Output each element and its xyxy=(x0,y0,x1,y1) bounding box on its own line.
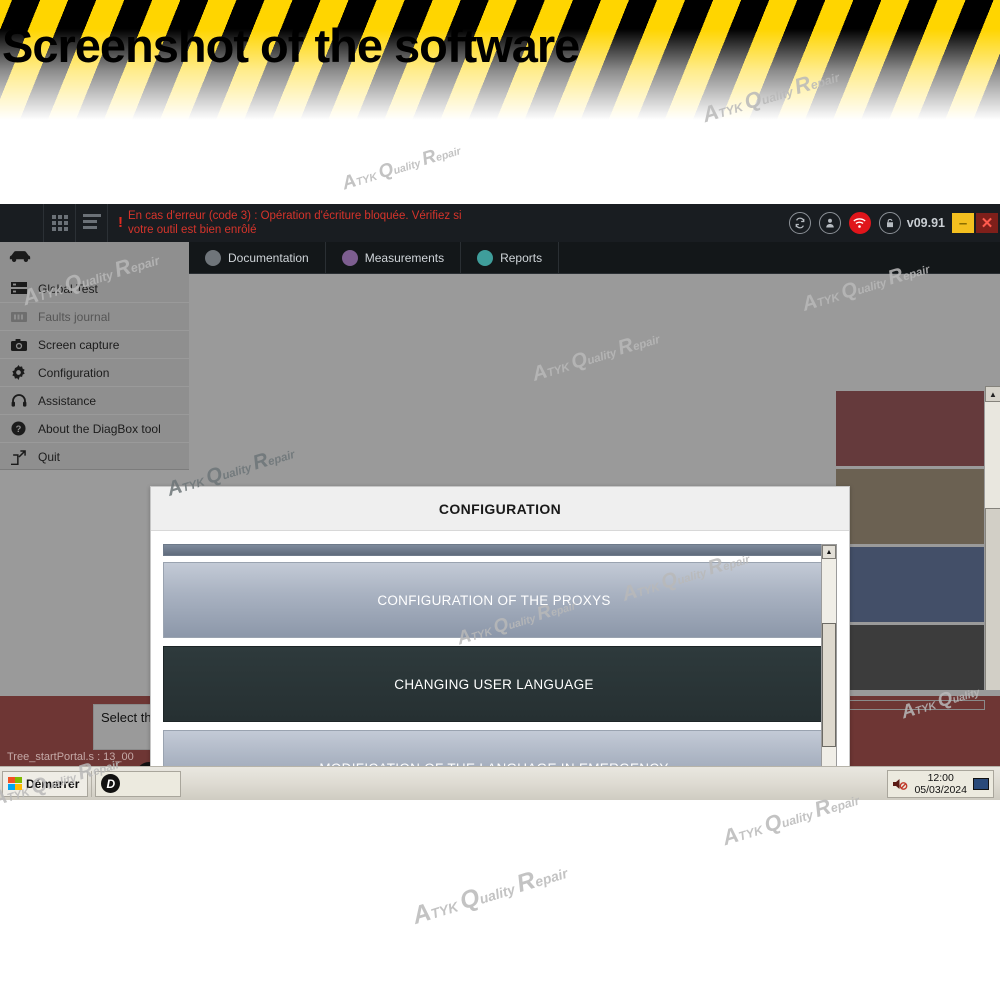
sidebar-item-label: Screen capture xyxy=(38,337,120,352)
headset-icon xyxy=(9,393,28,408)
taskbar-clock[interactable]: 12:00 05/03/2024 xyxy=(914,772,967,796)
config-option-list: CONFIGURATION OF THE PROXYS CHANGING USE… xyxy=(163,544,837,766)
documentation-icon xyxy=(205,249,221,266)
volume-muted-icon[interactable] xyxy=(892,777,908,791)
sidebar-item-screen-capture[interactable]: Screen capture xyxy=(0,331,189,359)
minimize-button[interactable]: – xyxy=(952,213,974,233)
list-view-icon[interactable] xyxy=(76,204,108,242)
maroon-block[interactable] xyxy=(836,391,984,466)
sidebar-item-label: Quit xyxy=(38,450,61,464)
close-window-button[interactable]: ✕ xyxy=(976,213,998,233)
configuration-dialog: CONFIGURATION CONFIGURATION OF THE PROXY… xyxy=(150,486,850,766)
sidebar: Global Test Faults journal Screen captur… xyxy=(0,242,189,470)
clock-time: 12:00 xyxy=(927,772,954,784)
warning-icon: ! xyxy=(118,214,123,231)
sidebar-item-label: Faults journal xyxy=(38,309,111,324)
banner-title: Screenshot of the software xyxy=(2,19,580,72)
measurements-icon xyxy=(341,249,358,266)
list-top-divider xyxy=(163,544,825,556)
start-button[interactable]: Démarrer xyxy=(2,770,89,797)
sidebar-item-about[interactable]: ? About the DiagBox tool xyxy=(0,415,189,443)
watermark: ATYK Quality Repair xyxy=(409,864,570,930)
option-configuration-of-the-proxys[interactable]: CONFIGURATION OF THE PROXYS xyxy=(163,562,825,638)
system-tray: 12:00 05/03/2024 xyxy=(887,770,994,798)
promo-banner: Screenshot of the software xyxy=(0,0,1000,205)
grid-view-icon[interactable] xyxy=(44,204,76,242)
dialog-scroll-thumb[interactable] xyxy=(822,623,836,747)
user-icon[interactable] xyxy=(818,212,841,234)
windows-logo-icon xyxy=(8,777,22,790)
option-label: CONFIGURATION OF THE PROXYS xyxy=(377,592,611,608)
journal-icon xyxy=(9,310,28,324)
gear-icon xyxy=(9,365,28,380)
svg-text:?: ? xyxy=(16,424,22,434)
navy-block[interactable] xyxy=(836,547,984,622)
sidebar-item-label: Configuration xyxy=(38,365,110,380)
sidebar-item-configuration[interactable]: Configuration xyxy=(0,359,189,387)
tree-status-text: Tree_startPortal.s : 13_00 xyxy=(7,751,134,763)
dialog-body: CONFIGURATION OF THE PROXYS CHANGING USE… xyxy=(151,531,849,766)
sidebar-item-label: Global Test xyxy=(38,281,98,296)
network-icon[interactable] xyxy=(973,778,989,790)
sidebar-header xyxy=(0,242,189,275)
sidebar-item-label: Assistance xyxy=(38,393,97,408)
option-changing-user-language[interactable]: CHANGING USER LANGUAGE xyxy=(163,646,825,722)
tab-documentation[interactable]: Documentation xyxy=(189,242,326,273)
tab-label: Reports xyxy=(500,250,543,265)
scroll-thumb[interactable] xyxy=(985,508,1000,714)
charcoal-block[interactable] xyxy=(836,625,984,700)
camera-icon xyxy=(9,338,28,352)
question-circle-icon: ? xyxy=(9,421,28,436)
app-titlebar: ! En cas d'erreur (code 3) : Opération d… xyxy=(0,204,1000,242)
windows-taskbar: Démarrer D 12:00 05/03/2024 xyxy=(0,766,1000,800)
tab-measurements[interactable]: Measurements xyxy=(326,242,462,273)
dialog-scrollbar[interactable]: ▲ ▼ xyxy=(821,544,837,766)
diagbox-icon: D xyxy=(101,774,121,793)
sidebar-item-faults-journal[interactable]: Faults journal xyxy=(0,303,189,331)
option-label: CHANGING USER LANGUAGE xyxy=(394,676,594,692)
taskbar-app-diagbox[interactable]: D xyxy=(95,770,182,797)
error-banner: ! En cas d'erreur (code 3) : Opération d… xyxy=(108,204,785,242)
version-label: v09.91 xyxy=(906,216,945,230)
wifi-icon[interactable] xyxy=(848,212,871,234)
dialog-scroll-up-button[interactable]: ▲ xyxy=(822,545,836,559)
lock-icon[interactable] xyxy=(878,212,901,234)
sidebar-item-quit[interactable]: Quit xyxy=(0,443,189,471)
olive-block[interactable] xyxy=(836,469,984,544)
tab-label: Documentation xyxy=(228,250,309,265)
external-link-icon xyxy=(9,449,28,465)
titlebar-controls: v09.91 – ✕ xyxy=(785,204,1000,242)
dialog-title: CONFIGURATION xyxy=(438,500,562,517)
reports-icon xyxy=(477,249,494,266)
layers-icon xyxy=(9,281,28,296)
scroll-up-button[interactable]: ▲ xyxy=(985,386,1000,402)
dialog-header: CONFIGURATION xyxy=(151,487,849,531)
sidebar-item-global-test[interactable]: Global Test xyxy=(0,275,189,303)
error-message: En cas d'erreur (code 3) : Opération d'é… xyxy=(128,210,462,236)
option-label: MODIFICATION OF THE LANGUAGE IN EMERGENC… xyxy=(319,761,668,767)
diagbox-app-window: ! En cas d'erreur (code 3) : Opération d… xyxy=(0,204,1000,766)
sidebar-item-assistance[interactable]: Assistance xyxy=(0,387,189,415)
tab-reports[interactable]: Reports xyxy=(461,242,560,273)
start-button-label: Démarrer xyxy=(26,776,80,791)
page-root: Screenshot of the software ! En cas d'er… xyxy=(0,0,1000,1000)
titlebar-spacer xyxy=(0,204,44,242)
option-modification-of-the-language-in-emergency[interactable]: MODIFICATION OF THE LANGUAGE IN EMERGENC… xyxy=(163,730,825,766)
clock-date: 05/03/2024 xyxy=(914,784,967,796)
refresh-icon[interactable] xyxy=(788,212,811,234)
tab-label: Measurements xyxy=(364,250,445,265)
taskbar-separator xyxy=(91,770,93,797)
sidebar-item-label: About the DiagBox tool xyxy=(38,421,161,436)
car-icon xyxy=(8,249,32,269)
